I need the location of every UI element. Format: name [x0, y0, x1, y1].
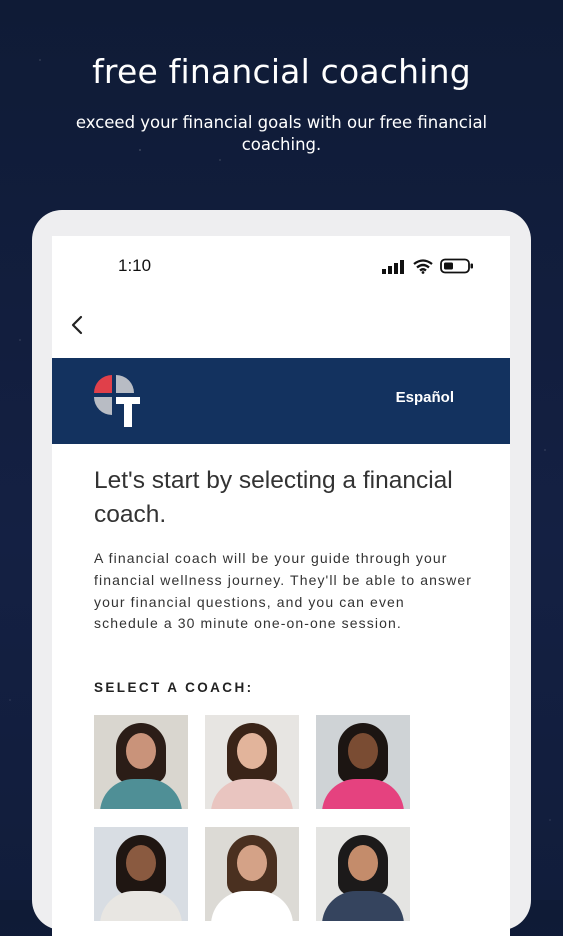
- chevron-left-icon: [71, 315, 83, 335]
- battery-icon: [440, 258, 474, 278]
- coach-card[interactable]: [316, 715, 410, 809]
- wifi-icon: [413, 258, 433, 278]
- status-time: 1:10: [118, 256, 152, 275]
- promo-headline: free financial coaching: [92, 52, 471, 91]
- section-label: SELECT A COACH:: [94, 680, 254, 695]
- language-link-espanol[interactable]: Español: [396, 389, 454, 406]
- back-button[interactable]: [66, 314, 88, 336]
- phone-screen: 1:10 Español Let's start by selecting a …: [52, 236, 510, 936]
- signal-icon: [382, 259, 406, 278]
- status-bar: 1:10: [52, 236, 510, 296]
- t-logo-icon: [94, 375, 140, 427]
- promo-subhead: exceed your financial goals with our fre…: [75, 113, 488, 154]
- coach-card[interactable]: [94, 827, 188, 921]
- brand-header: Español: [52, 358, 510, 444]
- page-title: Let's start by selecting a financial coa…: [94, 467, 453, 528]
- coach-card[interactable]: [205, 827, 299, 921]
- coach-card[interactable]: [94, 715, 188, 809]
- status-icons: [382, 258, 474, 278]
- coach-card[interactable]: [316, 827, 410, 921]
- intro-description: A financial coach will be your guide thr…: [94, 550, 472, 632]
- coach-card[interactable]: [205, 715, 299, 809]
